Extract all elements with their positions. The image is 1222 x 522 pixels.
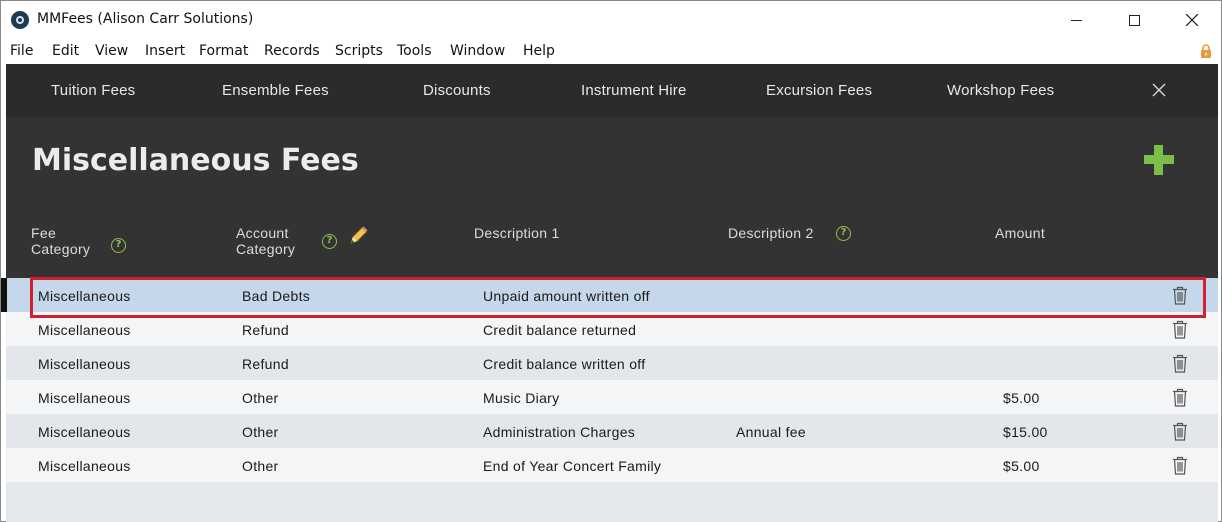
- menu-file[interactable]: File: [10, 43, 33, 59]
- menu-scripts[interactable]: Scripts: [335, 43, 383, 59]
- column-header-description-1[interactable]: Description 1: [474, 225, 560, 241]
- menu-format[interactable]: Format: [199, 43, 248, 59]
- add-fee-button[interactable]: [1144, 145, 1174, 175]
- page-header: Miscellaneous Fees Fee Category ? Accoun…: [6, 117, 1218, 278]
- column-header-account-category[interactable]: Account Category: [236, 225, 295, 257]
- minimize-button[interactable]: [1047, 1, 1105, 39]
- cell-description-1[interactable]: Music Diary: [483, 390, 559, 406]
- selected-row-marker: [1, 278, 7, 312]
- tab-instrument-hire[interactable]: Instrument Hire: [581, 82, 687, 99]
- tab-ensemble-fees[interactable]: Ensemble Fees: [222, 82, 329, 99]
- trash-icon[interactable]: [1172, 354, 1188, 373]
- tab-tuition-fees[interactable]: Tuition Fees: [51, 82, 135, 99]
- cell-fee-category[interactable]: Miscellaneous: [38, 458, 131, 474]
- cell-account-category[interactable]: Refund: [242, 356, 289, 372]
- cell-description-1[interactable]: End of Year Concert Family: [483, 458, 661, 474]
- table-row[interactable]: Miscellaneous Other End of Year Concert …: [6, 448, 1218, 482]
- cell-amount[interactable]: $15.00: [1003, 424, 1048, 440]
- app-logo-icon: [11, 11, 29, 29]
- menu-edit[interactable]: Edit: [52, 43, 79, 59]
- cell-fee-category[interactable]: Miscellaneous: [38, 322, 131, 338]
- menu-bar: File Edit View Insert Format Records Scr…: [1, 39, 1221, 64]
- maximize-icon: [1128, 14, 1140, 26]
- fee-nav-bar: Tuition Fees Ensemble Fees Discounts Ins…: [6, 64, 1218, 117]
- help-icon[interactable]: ?: [111, 238, 126, 253]
- column-header-description-2[interactable]: Description 2: [728, 225, 814, 241]
- cell-account-category[interactable]: Refund: [242, 322, 289, 338]
- menu-help[interactable]: Help: [523, 43, 555, 59]
- trash-icon[interactable]: [1172, 456, 1188, 475]
- trash-icon[interactable]: [1172, 422, 1188, 441]
- column-header-fee-category[interactable]: Fee Category: [31, 225, 90, 257]
- close-icon[interactable]: [1151, 82, 1167, 98]
- cell-description-1[interactable]: Credit balance written off: [483, 356, 645, 372]
- close-window-button[interactable]: [1163, 1, 1221, 39]
- menu-window[interactable]: Window: [450, 43, 505, 59]
- trash-icon[interactable]: [1172, 320, 1188, 339]
- column-header-amount[interactable]: Amount: [995, 225, 1045, 241]
- menu-records[interactable]: Records: [264, 43, 320, 59]
- cell-amount[interactable]: $5.00: [1003, 390, 1040, 406]
- help-icon[interactable]: ?: [836, 226, 851, 241]
- close-icon: [1186, 14, 1198, 26]
- cell-account-category[interactable]: Other: [242, 390, 279, 406]
- menu-tools[interactable]: Tools: [397, 43, 432, 59]
- tab-workshop-fees[interactable]: Workshop Fees: [947, 82, 1054, 99]
- page-title: Miscellaneous Fees: [32, 143, 359, 178]
- plus-icon-stem: [1154, 145, 1163, 175]
- selection-highlight-box: [30, 277, 1206, 318]
- maximize-button[interactable]: [1105, 1, 1163, 39]
- cell-description-2[interactable]: Annual fee: [736, 424, 806, 440]
- minimize-icon: [1070, 19, 1082, 21]
- cell-fee-category[interactable]: Miscellaneous: [38, 356, 131, 372]
- pencil-icon[interactable]: [347, 225, 369, 247]
- app-window: MMFees (Alison Carr Solutions) File Edit…: [0, 0, 1222, 522]
- cell-description-1[interactable]: Administration Charges: [483, 424, 635, 440]
- help-icon[interactable]: ?: [322, 234, 337, 249]
- cell-fee-category[interactable]: Miscellaneous: [38, 424, 131, 440]
- menu-insert[interactable]: Insert: [145, 43, 185, 59]
- cell-description-1[interactable]: Credit balance returned: [483, 322, 636, 338]
- cell-fee-category[interactable]: Miscellaneous: [38, 390, 131, 406]
- cell-account-category[interactable]: Other: [242, 424, 279, 440]
- window-title: MMFees (Alison Carr Solutions): [37, 11, 254, 27]
- table-row[interactable]: Miscellaneous Other Music Diary $5.00: [6, 380, 1218, 414]
- trash-icon[interactable]: [1172, 388, 1188, 407]
- menu-view[interactable]: View: [95, 43, 128, 59]
- tab-discounts[interactable]: Discounts: [423, 82, 491, 99]
- lock-icon[interactable]: [1200, 44, 1212, 58]
- table-row[interactable]: Miscellaneous Other Administration Charg…: [6, 414, 1218, 448]
- cell-amount[interactable]: $5.00: [1003, 458, 1040, 474]
- table-row[interactable]: Miscellaneous Refund Credit balance writ…: [6, 346, 1218, 380]
- tab-excursion-fees[interactable]: Excursion Fees: [766, 82, 872, 99]
- title-bar: MMFees (Alison Carr Solutions): [1, 1, 1221, 39]
- cell-account-category[interactable]: Other: [242, 458, 279, 474]
